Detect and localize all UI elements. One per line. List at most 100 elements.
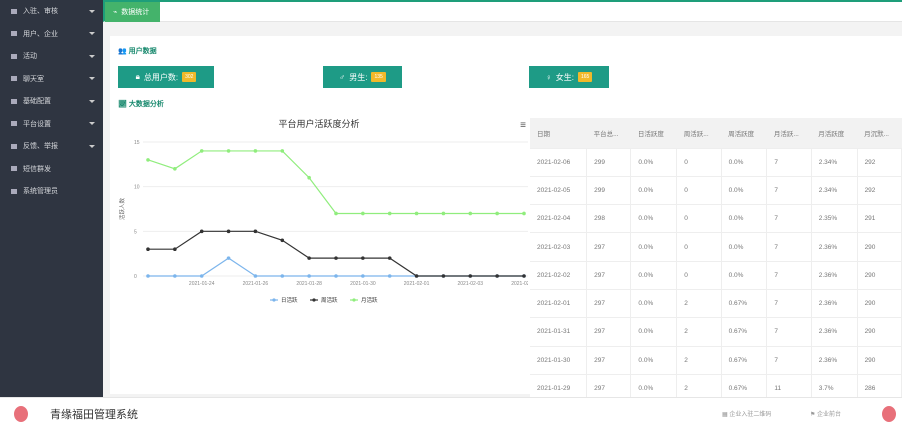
column-header[interactable]: 月活跃度 [811,118,858,148]
data-point[interactable] [468,211,473,216]
data-point[interactable] [468,274,473,278]
data-point[interactable] [226,229,231,234]
list-icon [11,98,17,104]
data-point[interactable] [146,274,150,278]
data-point[interactable] [441,274,446,278]
data-point[interactable] [387,274,392,278]
data-point[interactable] [307,274,311,278]
y-axis-label: 活跃人数 [118,198,126,221]
table-cell: 291 [857,204,902,233]
legend-label[interactable]: 日活跃 [281,296,298,304]
data-point[interactable] [334,211,338,216]
table-cell: 0.0% [630,288,678,318]
sidebar-item-label: 入驻、审核 [23,8,58,16]
sidebar-item[interactable]: 活动 [0,45,103,68]
data-point[interactable] [334,256,338,260]
frontend-link[interactable]: ⚑ 企业前台 [810,409,841,418]
column-header[interactable]: 日活跃度 [630,118,677,148]
caret-down-icon [89,144,95,148]
data-point[interactable] [173,247,177,251]
column-header[interactable]: 月活跃... [766,118,812,148]
sidebar-item[interactable]: 短信群发 [0,158,103,181]
column-header[interactable]: 月沉默... [857,118,902,148]
x-tick-label: 2021-01-24 [189,281,215,287]
data-point[interactable] [173,167,177,171]
table-cell: 7 [766,288,812,318]
data-point[interactable] [280,149,285,153]
lock-icon: 🔒︎ [135,72,140,81]
table-cell: 290 [857,260,902,290]
data-point[interactable] [361,256,365,260]
data-point[interactable] [495,211,499,216]
data-point[interactable] [361,274,365,278]
user-avatar[interactable] [882,406,896,422]
tab-data-statistics[interactable]: ⌁ 数据统计 [105,2,160,22]
data-point[interactable] [173,274,177,278]
sidebar-item[interactable]: 入驻、审核 [0,0,103,23]
column-header[interactable]: 周活跃... [676,118,722,148]
data-point[interactable] [226,149,231,153]
column-header[interactable]: 日期 [530,118,587,148]
data-point[interactable] [361,211,365,216]
male-card: ♂ 男生: 135 [323,66,402,88]
data-point[interactable] [146,247,150,251]
line-chart-icon: 📈︎ [118,101,127,108]
data-point[interactable] [495,274,499,278]
data-point[interactable] [146,158,150,162]
male-icon: ♂ [339,72,346,82]
analysis-title: 📈︎ 大数据分析 [118,101,164,108]
table-cell: 0.0% [721,175,768,205]
table-cell: 290 [857,288,902,318]
table-cell: 2021-01-31 [530,317,588,347]
sidebar-item[interactable]: 聊天室 [0,68,103,91]
sidebar-item[interactable]: 基础配置 [0,90,103,113]
legend-label[interactable]: 月活跃 [361,296,378,304]
data-point[interactable] [522,211,526,216]
activity-table: 日期 平台总... 日活跃度 周活跃... 周活跃度 月活跃... 月活跃度 月沉默... 20… [530,118,902,403]
data-point[interactable] [522,274,526,278]
qr-link[interactable]: ▦ 企业入驻二维码 [722,409,771,418]
table-cell: 7 [766,175,812,205]
sidebar-item[interactable]: 平台设置 [0,113,103,136]
chart-title: 平台用户活跃度分析 [278,118,359,129]
sidebar-item[interactable]: 系统管理员 [0,180,103,203]
data-point[interactable] [387,211,392,216]
table-cell: 7 [766,317,812,347]
table-cell: 297 [586,317,632,347]
table-cell: 7 [766,232,812,262]
table-cell: 2021-02-03 [530,232,588,262]
data-point[interactable] [199,149,204,153]
data-point[interactable] [387,256,392,260]
data-point[interactable] [441,211,446,216]
data-point[interactable] [226,256,231,260]
data-point[interactable] [199,229,204,234]
sidebar-item[interactable]: 用户、企业 [0,23,103,46]
legend-label[interactable]: 周活跃 [321,296,338,304]
sidebar-item[interactable]: 反馈、举报 [0,135,103,158]
x-tick-label: 2021-01-26 [243,281,269,287]
table-row: 2021-02-06 299 0.0% 0 0.0% 7 2.34% 292 [530,147,902,177]
x-tick-label: 2021-02-03 [457,281,483,287]
caret-down-icon [89,99,95,103]
data-point[interactable] [334,274,338,278]
data-point[interactable] [280,274,285,278]
table-cell: 0 [676,232,722,262]
column-header[interactable]: 平台总... [586,118,631,148]
table-cell: 2 [676,317,722,347]
y-tick-label: 0 [134,274,137,280]
table-cell: 2021-02-06 [530,147,588,177]
data-point[interactable] [253,274,258,278]
data-point[interactable] [414,211,419,216]
column-header[interactable]: 周活跃度 [721,118,767,148]
table-cell: 298 [586,204,632,233]
menu-icon[interactable]: ≡ [520,120,526,131]
table-cell: 7 [766,345,812,375]
data-point[interactable] [307,175,311,180]
table-row: 2021-02-02 297 0.0% 0 0.0% 7 2.36% 290 [530,260,902,290]
data-point[interactable] [307,256,311,260]
data-point[interactable] [414,274,419,278]
data-point[interactable] [253,229,258,234]
data-point[interactable] [199,274,204,278]
data-point[interactable] [253,149,258,153]
data-point[interactable] [280,238,285,243]
